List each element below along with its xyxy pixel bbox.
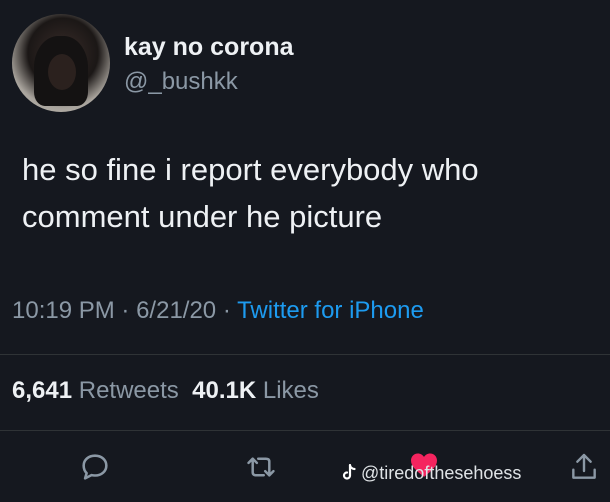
avatar[interactable] — [12, 14, 110, 112]
reply-icon[interactable] — [78, 450, 112, 484]
meta-separator: · — [121, 297, 130, 324]
divider — [0, 430, 610, 431]
meta-separator: · — [222, 297, 231, 324]
retweets-count: 6,641 — [12, 377, 73, 404]
retweets-stat[interactable]: 6,641 Retweets — [12, 377, 179, 404]
user-handle[interactable]: @_bushkk — [124, 68, 238, 96]
tweet-stats: 6,641 Retweets 40.1K Likes — [12, 377, 319, 405]
watermark: @tiredofthesehoess — [342, 463, 521, 484]
share-icon[interactable] — [568, 450, 600, 484]
tweet-date[interactable]: 6/21/20 — [136, 297, 216, 324]
retweets-label: Retweets — [78, 377, 179, 404]
divider — [0, 354, 610, 355]
tweet-source-link[interactable]: Twitter for iPhone — [237, 297, 424, 324]
likes-label: Likes — [262, 377, 319, 404]
likes-stat[interactable]: 40.1K Likes — [192, 377, 319, 404]
avatar-face-shape — [48, 54, 76, 90]
tweet-text: he so fine i report everybody who commen… — [22, 152, 479, 234]
watermark-text: @tiredofthesehoess — [361, 463, 522, 483]
likes-count: 40.1K — [192, 377, 257, 404]
action-bar: @tiredofthesehoess — [0, 440, 610, 502]
tweet-meta: 10:19 PM · 6/21/20 · Twitter for iPhone — [12, 297, 424, 325]
tiktok-icon — [342, 463, 356, 480]
display-name[interactable]: kay no corona — [124, 33, 294, 62]
retweet-icon[interactable] — [243, 450, 279, 484]
tweet-time[interactable]: 10:19 PM — [12, 297, 115, 324]
